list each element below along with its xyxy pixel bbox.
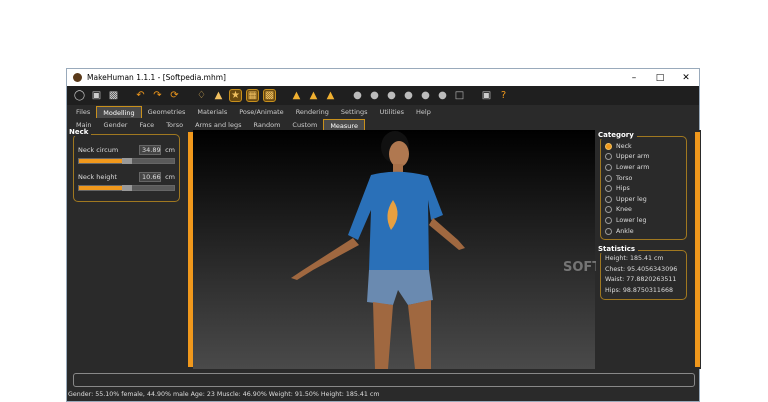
tab-utilities[interactable]: Utilities bbox=[374, 106, 410, 118]
radio-label: Hips bbox=[616, 185, 630, 193]
top-view-icon[interactable]: ● bbox=[419, 89, 432, 102]
reset-camera-icon[interactable]: □ bbox=[453, 89, 466, 102]
slider-unit: cm bbox=[165, 172, 175, 181]
category-radio-upper-arm[interactable]: Upper arm bbox=[605, 152, 682, 163]
right-view-icon[interactable]: ● bbox=[402, 89, 415, 102]
radio-label: Neck bbox=[616, 142, 632, 150]
tab-modelling[interactable]: Modelling bbox=[96, 106, 142, 118]
category-group: Category Neck Upper arm Lower arm Torso Hips… bbox=[598, 131, 687, 241]
wireframe-icon[interactable]: ▲ bbox=[212, 89, 225, 102]
statistic-item: Hips: 98.8750311668 bbox=[605, 286, 673, 294]
bottom-view-icon[interactable]: ● bbox=[436, 89, 449, 102]
radio-label: Knee bbox=[616, 206, 632, 214]
radio-label: Lower arm bbox=[616, 163, 650, 171]
group-title: Neck bbox=[69, 128, 92, 136]
radio-label: Ankle bbox=[616, 227, 634, 235]
category-radio-knee[interactable]: Knee bbox=[605, 205, 682, 216]
radio-label: Lower leg bbox=[616, 216, 647, 224]
slider-label: Neck circum bbox=[78, 145, 119, 154]
smooth-icon[interactable]: ♢ bbox=[195, 89, 208, 102]
category-radio-upper-leg[interactable]: Upper leg bbox=[605, 194, 682, 205]
screenshot-icon[interactable]: ▣ bbox=[480, 89, 493, 102]
tab-settings[interactable]: Settings bbox=[335, 106, 374, 118]
symmetry-icon[interactable]: ▲ bbox=[324, 89, 337, 102]
checker-icon[interactable]: ▩ bbox=[263, 89, 276, 102]
help-icon[interactable]: ? bbox=[497, 89, 510, 102]
3d-viewport[interactable]: SOFTPEDIA bbox=[193, 130, 645, 369]
left-view-icon[interactable]: ● bbox=[385, 89, 398, 102]
grid-icon[interactable]: ▦ bbox=[246, 89, 259, 102]
statistic-item: Chest: 95.4056343096 bbox=[605, 265, 678, 273]
right-panel: Category Neck Upper arm Lower arm Torso Hips… bbox=[596, 130, 701, 369]
tab-geometries[interactable]: Geometries bbox=[142, 106, 192, 118]
radio-label: Upper leg bbox=[616, 195, 647, 203]
reset-icon[interactable]: ⟳ bbox=[168, 89, 181, 102]
app-window: MakeHuman 1.1.1 - [Softpedia.mhm] – □ ✕ … bbox=[66, 68, 701, 402]
category-title: Category bbox=[598, 131, 637, 139]
symmetry-left-icon[interactable]: ▲ bbox=[307, 89, 320, 102]
symmetry-right-icon[interactable]: ▲ bbox=[290, 89, 303, 102]
status-bar: Gender: 55.10% female, 44.90% male Age: … bbox=[68, 391, 380, 398]
window-title: MakeHuman 1.1.1 - [Softpedia.mhm] bbox=[87, 73, 226, 82]
tab-pose-animate[interactable]: Pose/Animate bbox=[233, 106, 289, 118]
tab-rendering[interactable]: Rendering bbox=[290, 106, 335, 118]
category-radio-lower-leg[interactable]: Lower leg bbox=[605, 215, 682, 226]
app-logo-icon bbox=[73, 73, 82, 82]
slider-unit: cm bbox=[165, 145, 175, 154]
toolbar: ◯ ▣ ▩ ↶ ↷ ⟳ ♢ ▲ ★ ▦ ▩ ▲ ▲ ▲ ● ● ● ● ● ● □ ▣? bbox=[67, 86, 699, 105]
slider-row: Neck height 10.66 cm bbox=[78, 170, 175, 183]
tab-materials[interactable]: Materials bbox=[191, 106, 233, 118]
save-icon[interactable]: ▣ bbox=[90, 89, 103, 102]
close-button[interactable]: ✕ bbox=[673, 73, 699, 83]
command-input[interactable] bbox=[73, 373, 695, 387]
maximize-button[interactable]: □ bbox=[647, 73, 673, 83]
statistic-item: Waist: 77.8820263511 bbox=[605, 276, 677, 284]
human-model bbox=[291, 131, 465, 369]
category-radio-ankle[interactable]: Ankle bbox=[605, 226, 682, 237]
category-radio-lower-arm[interactable]: Lower arm bbox=[605, 162, 682, 173]
slider-value-input[interactable]: 34.89 bbox=[139, 144, 161, 155]
statistic-item: Height: 185.41 cm bbox=[605, 255, 664, 263]
category-radio-hips[interactable]: Hips bbox=[605, 183, 682, 194]
tab-help[interactable]: Help bbox=[410, 106, 437, 118]
back-view-icon[interactable]: ● bbox=[368, 89, 381, 102]
new-icon[interactable]: ◯ bbox=[73, 89, 86, 102]
front-view-icon[interactable]: ● bbox=[351, 89, 364, 102]
statistics-title: Statistics bbox=[598, 245, 639, 254]
pose-icon[interactable]: ★ bbox=[229, 89, 242, 102]
slider-row: Neck circum 34.89 cm bbox=[78, 143, 175, 156]
slider-label: Neck height bbox=[78, 172, 117, 181]
measure-slider[interactable] bbox=[78, 185, 175, 191]
statistics-group: Statistics Height: 185.41 cm Chest: 95.40… bbox=[598, 245, 687, 301]
redo-icon[interactable]: ↷ bbox=[151, 89, 164, 102]
measure-slider[interactable] bbox=[78, 158, 175, 164]
main-tabs: Files Modelling Geometries Materials Pose/An… bbox=[67, 105, 699, 118]
slider-value-input[interactable]: 10.66 bbox=[139, 171, 161, 182]
undo-icon[interactable]: ↶ bbox=[134, 89, 147, 102]
right-scrollbar[interactable] bbox=[695, 132, 700, 367]
category-radio-neck[interactable]: Neck bbox=[605, 141, 682, 152]
minimize-button[interactable]: – bbox=[621, 73, 647, 83]
export-icon[interactable]: ▩ bbox=[107, 89, 120, 102]
title-bar: MakeHuman 1.1.1 - [Softpedia.mhm] – □ ✕ bbox=[67, 69, 699, 86]
category-radio-torso[interactable]: Torso bbox=[605, 173, 682, 184]
left-panel: Neck Neck circum 34.89 cm Neck height 10.66 c… bbox=[67, 128, 193, 369]
radio-label: Torso bbox=[616, 174, 633, 182]
radio-label: Upper arm bbox=[616, 153, 650, 161]
neck-group: Neck Neck circum 34.89 cm Neck height 10.66 c… bbox=[69, 128, 180, 202]
tab-files[interactable]: Files bbox=[70, 106, 96, 118]
